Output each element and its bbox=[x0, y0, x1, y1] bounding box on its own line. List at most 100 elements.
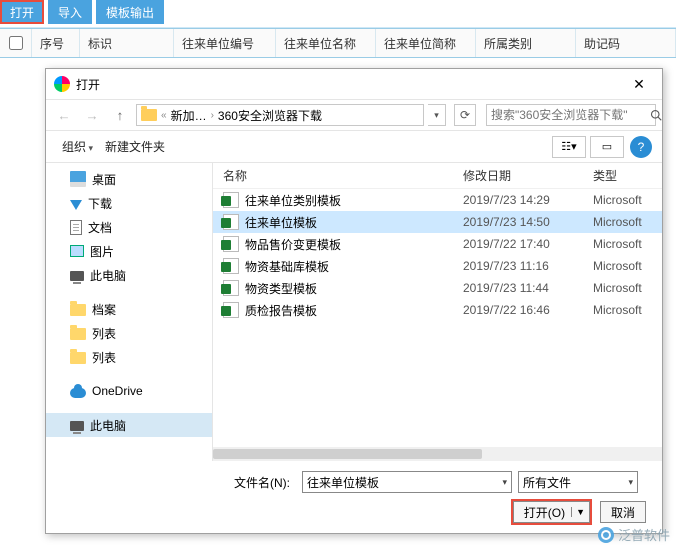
sidebar-item-label: OneDrive bbox=[92, 384, 143, 398]
chevron-right-icon: › bbox=[211, 110, 214, 121]
pc-icon bbox=[70, 271, 84, 281]
dialog-bottom: 文件名(N): ▾ 所有文件 ▾ 打开(O)▼ 取消 bbox=[46, 461, 662, 533]
cancel-button[interactable]: 取消 bbox=[600, 501, 646, 523]
file-row[interactable]: 物资类型模板 2019/7/23 11:44Microsoft bbox=[213, 277, 662, 299]
file-name: 物资类型模板 bbox=[245, 280, 317, 297]
sidebar-item-label: 档案 bbox=[92, 301, 116, 318]
file-row[interactable]: 物资基础库模板 2019/7/23 11:16Microsoft bbox=[213, 255, 662, 277]
sidebar-item[interactable]: 文档 bbox=[46, 215, 212, 239]
excel-icon bbox=[223, 192, 239, 208]
file-type: Microsoft bbox=[593, 237, 662, 251]
back-button[interactable]: ← bbox=[52, 103, 76, 127]
import-button[interactable]: 导入 bbox=[48, 0, 92, 24]
grid-col-flag: 标识 bbox=[80, 29, 174, 57]
new-folder-button[interactable]: 新建文件夹 bbox=[99, 136, 171, 157]
sidebar-item[interactable]: 图片 bbox=[46, 239, 212, 263]
sidebar-item-label: 下载 bbox=[88, 195, 112, 212]
col-type[interactable]: 类型 bbox=[593, 167, 662, 184]
download-icon bbox=[70, 200, 82, 210]
preview-pane-button[interactable]: ▭ bbox=[590, 136, 624, 158]
address-dropdown[interactable]: ▾ bbox=[428, 104, 446, 126]
file-row[interactable]: 往来单位模板2019/7/23 14:50Microsoft bbox=[213, 211, 662, 233]
file-name: 质检报告模板 bbox=[245, 302, 317, 319]
filetype-value: 所有文件 bbox=[523, 474, 628, 491]
check-all-box[interactable] bbox=[9, 36, 23, 50]
sidebar-item[interactable]: 档案 bbox=[46, 297, 212, 321]
file-name: 往来单位类别模板 bbox=[245, 192, 341, 209]
template-export-button[interactable]: 模板输出 bbox=[96, 0, 164, 24]
dialog-toolbar: 组织 新建文件夹 ☷ ▾ ▭ ? bbox=[46, 131, 662, 163]
file-date: 2019/7/23 11:16 bbox=[463, 259, 593, 273]
doc-icon bbox=[70, 220, 82, 235]
file-type: Microsoft bbox=[593, 281, 662, 295]
filename-input[interactable] bbox=[307, 475, 502, 489]
breadcrumb[interactable]: 新加… bbox=[171, 107, 207, 124]
breadcrumb[interactable]: 360安全浏览器下载 bbox=[218, 107, 322, 124]
sidebar-item-label: 文档 bbox=[88, 219, 112, 236]
chevron-down-icon[interactable]: ▼ bbox=[571, 507, 585, 517]
up-button[interactable]: ↑ bbox=[108, 103, 132, 127]
grid-col-name: 往来单位名称 bbox=[276, 29, 376, 57]
file-list-header: 名称 修改日期 类型 bbox=[213, 163, 662, 189]
sidebar-item[interactable]: 桌面 bbox=[46, 167, 212, 191]
file-row[interactable]: 物品售价变更模板2019/7/22 17:40Microsoft bbox=[213, 233, 662, 255]
folder-icon bbox=[141, 109, 157, 121]
open-button[interactable]: 打开 bbox=[0, 0, 44, 24]
file-open-dialog: 打开 ✕ ← → ↑ « 新加… › 360安全浏览器下载 ▾ ⟳ 组织 新建文… bbox=[45, 68, 663, 534]
refresh-button[interactable]: ⟳ bbox=[454, 104, 476, 126]
col-modified[interactable]: 修改日期 bbox=[463, 167, 593, 184]
grid-col-seq: 序号 bbox=[32, 29, 80, 57]
filetype-combo[interactable]: 所有文件 ▾ bbox=[518, 471, 638, 493]
nav-bar: ← → ↑ « 新加… › 360安全浏览器下载 ▾ ⟳ bbox=[46, 99, 662, 131]
chevron-right-icon: « bbox=[161, 110, 167, 121]
horizontal-scrollbar[interactable] bbox=[213, 447, 662, 461]
view-mode-button[interactable]: ☷ ▾ bbox=[552, 136, 586, 158]
file-type: Microsoft bbox=[593, 193, 662, 207]
file-name: 物资基础库模板 bbox=[245, 258, 329, 275]
organize-button[interactable]: 组织 bbox=[56, 136, 99, 157]
sidebar-item-label: 列表 bbox=[92, 325, 116, 342]
excel-icon bbox=[223, 258, 239, 274]
file-row[interactable]: 质检报告模板2019/7/22 16:46Microsoft bbox=[213, 299, 662, 321]
open-file-button[interactable]: 打开(O)▼ bbox=[513, 501, 590, 523]
search-input[interactable] bbox=[487, 108, 650, 122]
pic-icon bbox=[70, 245, 84, 257]
grid-col-short: 往来单位简称 bbox=[376, 29, 476, 57]
file-type: Microsoft bbox=[593, 259, 662, 273]
grid-check-all[interactable] bbox=[0, 29, 32, 57]
app-toolbar: 打开 导入 模板输出 bbox=[0, 0, 676, 28]
sidebar-item[interactable]: 列表 bbox=[46, 321, 212, 345]
help-button[interactable]: ? bbox=[630, 136, 652, 158]
file-name: 往来单位模板 bbox=[245, 214, 317, 231]
folder-icon bbox=[70, 328, 86, 340]
chevron-down-icon[interactable]: ▾ bbox=[628, 477, 633, 488]
forward-button[interactable]: → bbox=[80, 103, 104, 127]
close-icon[interactable]: ✕ bbox=[624, 72, 654, 96]
sidebar-item[interactable]: 此电脑 bbox=[46, 263, 212, 287]
file-list: 往来单位类别模板2019/7/23 14:29Microsoft往来单位模板20… bbox=[213, 189, 662, 447]
cloud-icon bbox=[70, 388, 86, 398]
filename-combo[interactable]: ▾ bbox=[302, 471, 512, 493]
address-bar[interactable]: « 新加… › 360安全浏览器下载 bbox=[136, 104, 424, 126]
file-type: Microsoft bbox=[593, 215, 662, 229]
excel-icon bbox=[223, 280, 239, 296]
sidebar-item-label: 此电脑 bbox=[90, 417, 126, 434]
dialog-title: 打开 bbox=[76, 76, 100, 93]
sidebar-item[interactable]: 列表 bbox=[46, 345, 212, 369]
file-date: 2019/7/23 11:44 bbox=[463, 281, 593, 295]
grid-col-mnemonic: 助记码 bbox=[576, 29, 676, 57]
chevron-down-icon[interactable]: ▾ bbox=[502, 477, 507, 488]
sidebar-item-label: 桌面 bbox=[92, 171, 116, 188]
file-date: 2019/7/23 14:29 bbox=[463, 193, 593, 207]
sidebar-item-label: 图片 bbox=[90, 243, 114, 260]
sidebar-item[interactable]: 下载 bbox=[46, 191, 212, 215]
pc-icon bbox=[70, 421, 84, 431]
grid-header: 序号 标识 往来单位编号 往来单位名称 往来单位简称 所属类别 助记码 bbox=[0, 28, 676, 58]
sidebar-item[interactable]: OneDrive bbox=[46, 379, 212, 403]
sidebar-item[interactable]: 此电脑 bbox=[46, 413, 212, 437]
search-box[interactable] bbox=[486, 104, 656, 126]
col-name[interactable]: 名称 bbox=[213, 167, 463, 184]
file-row[interactable]: 往来单位类别模板 2019/7/23 14:29Microsoft bbox=[213, 189, 662, 211]
folder-icon bbox=[70, 352, 86, 364]
search-icon[interactable] bbox=[650, 105, 662, 125]
